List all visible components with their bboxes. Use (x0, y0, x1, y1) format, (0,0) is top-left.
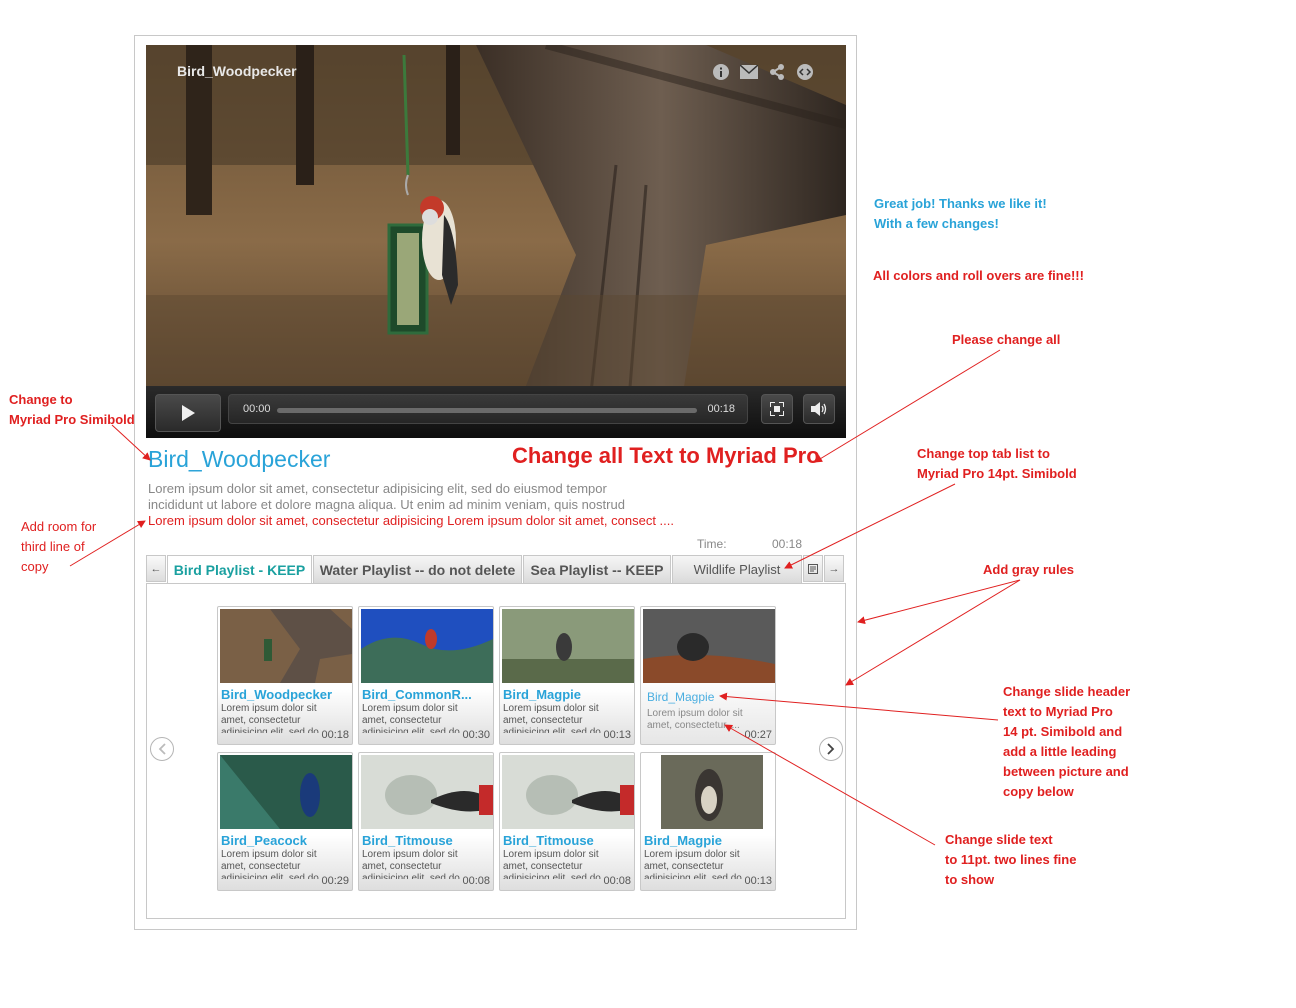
video-frame-woodpecker (146, 45, 846, 438)
card-title: Bird_Titmouse (362, 833, 453, 848)
annotation-third-line: Add room for third line of copy (21, 519, 97, 574)
tab-wildlife-playlist[interactable]: Wildlife Playlist (672, 555, 802, 584)
thumbnail (643, 755, 775, 829)
playlist-next-button[interactable] (819, 737, 843, 761)
card-title: Bird_Magpie (503, 687, 582, 702)
card-duration: 00:29 (321, 875, 349, 887)
playlist-card-hover[interactable]: Bird_Magpie Lorem ipsum dolor sit amet, … (640, 606, 776, 745)
annotation-great-job: Great job! Thanks we like it! With a few… (874, 196, 1047, 231)
chevron-left-icon (158, 743, 166, 755)
card-duration: 00:13 (744, 875, 772, 887)
info-icon[interactable] (712, 63, 730, 81)
annotation-gray-rules: Add gray rules (983, 562, 1075, 577)
card-title: Bird_Magpie (647, 690, 715, 704)
tab-bird-playlist[interactable]: Bird Playlist - KEEP (167, 555, 312, 584)
thumbnail (220, 755, 352, 829)
arrow-line (845, 579, 1021, 686)
annotation-colors-fine: All colors and roll overs are fine!!! (873, 268, 1084, 283)
fullscreen-button[interactable] (761, 394, 793, 424)
card-title: Bird_Magpie (644, 833, 723, 848)
description-line-added: Lorem ipsum dolor sit amet, consectetur … (148, 513, 674, 528)
time-label: Time: (697, 537, 727, 551)
video-title: Bird_Woodpecker (148, 446, 331, 472)
card-title: Bird_Peacock (221, 833, 307, 848)
playlist-card[interactable]: Bird_Woodpecker Lorem ipsum dolor sit am… (217, 606, 353, 745)
playlist-card[interactable]: Bird_Titmouse Lorem ipsum dolor sit amet… (358, 752, 494, 891)
time-value: 00:18 (772, 537, 803, 551)
card-duration: 00:27 (744, 729, 772, 741)
annotation-slide-header: Change slide header text to Myriad Pro 1… (1003, 684, 1131, 799)
list-icon (808, 563, 818, 574)
tabs-next-button[interactable]: → (824, 555, 844, 582)
duration: 00:18 (707, 403, 735, 415)
tabs-list-button[interactable] (803, 555, 823, 582)
thumbnail (502, 609, 634, 683)
control-bar: 00:00 00:18 (146, 386, 846, 438)
tabs-prev-button[interactable]: ← (146, 555, 166, 582)
chevron-right-icon (827, 743, 835, 755)
thumbnail (502, 755, 634, 829)
video-description: Lorem ipsum dolor sit amet, consectetur … (148, 481, 708, 529)
current-time: 00:00 (243, 403, 271, 415)
player-top-icons (712, 63, 814, 81)
play-button[interactable] (155, 394, 221, 432)
arrow-right-icon: → (828, 562, 840, 575)
playlist-card[interactable]: Bird_Magpie Lorem ipsum dolor sit amet, … (499, 606, 635, 745)
thumbnail (361, 609, 493, 683)
mail-icon[interactable] (740, 63, 758, 81)
card-title: Bird_CommonR... (362, 687, 472, 702)
playlist-prev-button[interactable] (150, 737, 174, 761)
annotation-please-change: Please change all (952, 332, 1061, 347)
fullscreen-icon (770, 402, 784, 416)
description-line: Lorem ipsum dolor sit amet, consectetur … (148, 481, 607, 496)
card-title: Bird_Woodpecker (221, 687, 333, 702)
annotation-myriad-title: Change to Myriad Pro Simibold (9, 392, 135, 427)
arrow-line (857, 579, 1021, 625)
play-icon (182, 405, 195, 421)
card-duration: 00:13 (603, 729, 631, 741)
playlist-card[interactable]: Bird_CommonR... Lorem ipsum dolor sit am… (358, 606, 494, 745)
scrubber[interactable]: 00:00 00:18 (228, 394, 748, 424)
card-duration: 00:08 (462, 875, 490, 887)
thumbnail (643, 609, 775, 683)
tab-sea-playlist[interactable]: Sea Playlist -- KEEP (523, 555, 671, 584)
share-icon[interactable] (768, 63, 786, 81)
annotation-top-tab: Change top tab list to Myriad Pro 14pt. … (917, 446, 1077, 481)
playlist-card[interactable]: Bird_Peacock Lorem ipsum dolor sit amet,… (217, 752, 353, 891)
card-duration: 00:18 (321, 729, 349, 741)
playlist-tabs: ← Bird Playlist - KEEP Water Playlist --… (146, 554, 846, 584)
annotation-change-all-text: Change all Text to Myriad Pro (512, 443, 820, 468)
annotation-slide-text: Change slide text to 11pt. two lines fin… (945, 832, 1077, 887)
thumbnail (361, 755, 493, 829)
progress-track[interactable] (277, 408, 697, 413)
player-title: Bird_Woodpecker (177, 63, 297, 79)
volume-button[interactable] (803, 394, 835, 424)
card-title: Bird_Titmouse (503, 833, 594, 848)
arrow-left-icon: ← (150, 562, 162, 575)
playlist-card[interactable]: Bird_Titmouse Lorem ipsum dolor sit amet… (499, 752, 635, 891)
tab-water-playlist[interactable]: Water Playlist -- do not delete (313, 555, 522, 584)
playlist-card[interactable]: Bird_Magpie Lorem ipsum dolor sit amet, … (640, 752, 776, 891)
thumbnail (220, 609, 352, 683)
video-player[interactable]: Bird_Woodpecker 00:00 00:18 (146, 45, 846, 438)
embed-icon[interactable] (796, 63, 814, 81)
card-duration: 00:08 (603, 875, 631, 887)
volume-icon (811, 402, 827, 416)
card-duration: 00:30 (462, 729, 490, 741)
description-line: incididunt ut labore et dolore magna ali… (148, 497, 625, 512)
